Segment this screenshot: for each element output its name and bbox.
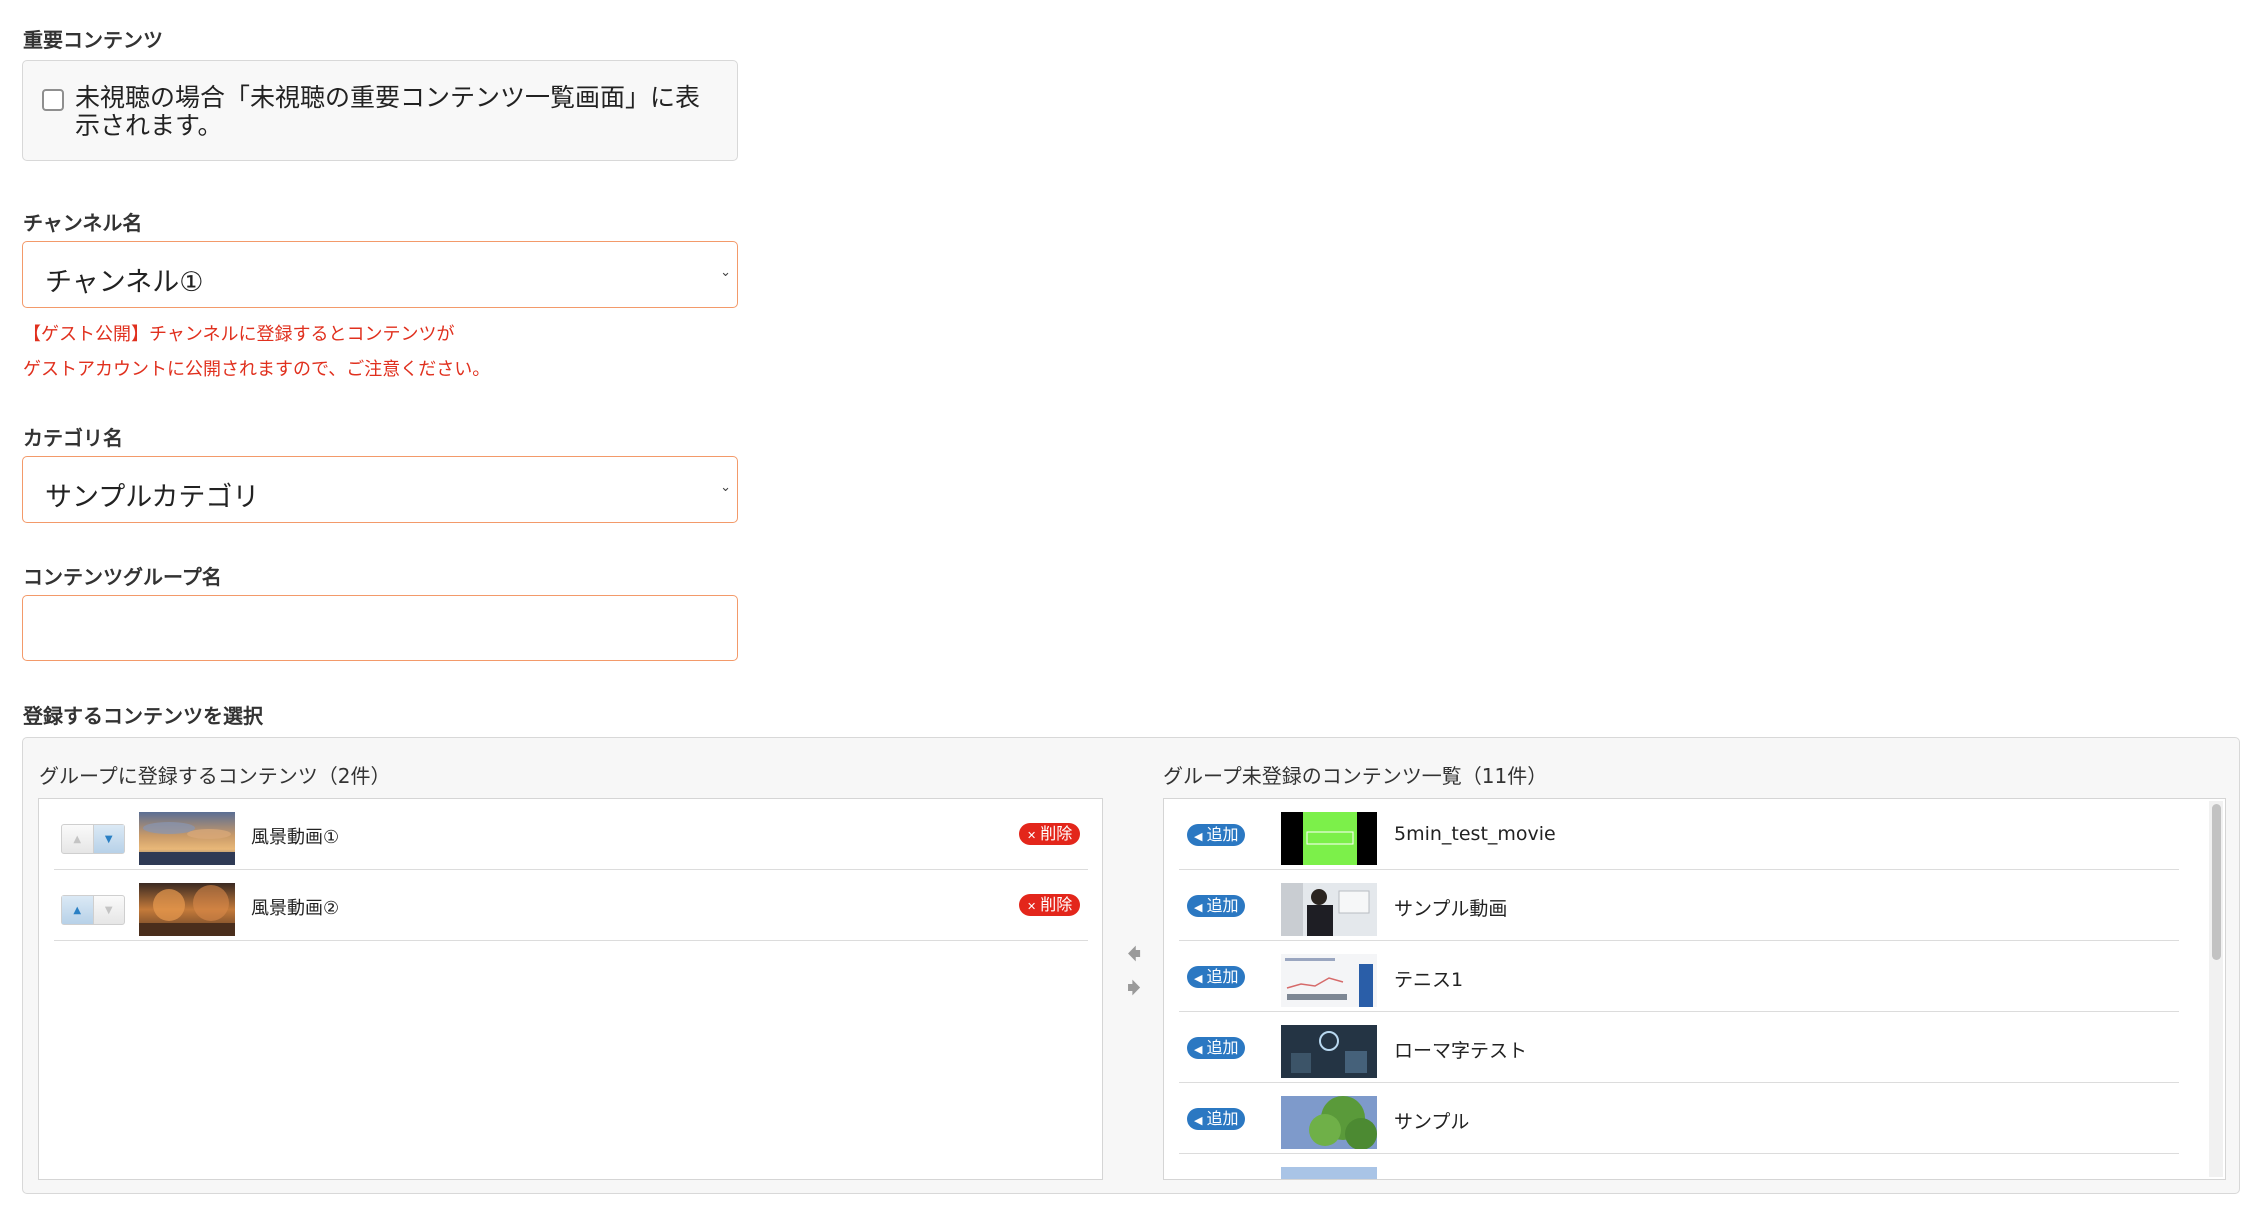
content-name: ローマ字テスト [1394, 1040, 1528, 1062]
content-name: サンプル [1394, 1111, 1470, 1133]
add-button[interactable]: ◀ 追加 [1187, 1037, 1246, 1059]
delete-button[interactable]: ✕ 削除 [1019, 894, 1081, 916]
add-button[interactable]: ◀ 追加 [1187, 895, 1246, 917]
video-thumbnail [1281, 954, 1377, 1007]
delete-button-label: 削除 [1040, 824, 1073, 843]
category-label: カテゴリ名 [23, 426, 123, 450]
category-select-value: サンプルカテゴリ [45, 482, 260, 513]
unregistered-row: ◀ 追加 サンプル [1179, 1083, 2179, 1154]
content-name: 5min_test_movie [1394, 823, 1556, 845]
scrollbar-thumb[interactable] [2212, 804, 2221, 960]
category-select[interactable]: サンプルカテゴリ ⌄ [22, 456, 738, 523]
caret-left-icon: ◀ [1194, 1114, 1203, 1127]
unregistered-row: ◀ 追加 ローマ字テスト [1179, 1012, 2179, 1083]
transfer-arrows: 🠸 🠺 [1116, 938, 1152, 1006]
content-group-form: 重要コンテンツ 未視聴の場合「未視聴の重要コンテンツ一覧画面」に表示されます。 … [0, 0, 2264, 1210]
registered-row: ▲ ▼ [54, 870, 1088, 941]
registered-row: ▲ ▼ [54, 799, 1088, 870]
move-up-icon[interactable]: ▲ [62, 896, 93, 924]
chevron-down-icon: ⌄ [720, 480, 731, 495]
channel-select-value: チャンネル① [45, 267, 204, 298]
order-buttons[interactable]: ▲ ▼ [61, 824, 125, 854]
registered-list-title: グループに登録するコンテンツ（2件） [39, 764, 391, 788]
channel-select[interactable]: チャンネル① ⌄ [22, 241, 738, 308]
video-thumbnail [1281, 883, 1377, 936]
content-name: 風景動画① [251, 827, 340, 848]
unregistered-row: ◀ 追加 5min_test_movie [1179, 799, 2179, 870]
close-icon: ✕ [1027, 900, 1037, 913]
delete-button[interactable]: ✕ 削除 [1019, 823, 1081, 845]
caret-left-icon: ◀ [1194, 830, 1203, 843]
video-thumbnail [139, 883, 235, 936]
caret-left-icon: ◀ [1194, 901, 1203, 914]
content-name: サンプル動画 [1394, 898, 1508, 920]
caret-left-icon: ◀ [1194, 972, 1203, 985]
important-box: 未視聴の場合「未視聴の重要コンテンツ一覧画面」に表示されます。 [22, 60, 738, 161]
unregistered-row: ◀ 追加 テニス1 [1179, 941, 2179, 1012]
important-checkbox-label[interactable]: 未視聴の場合「未視聴の重要コンテンツ一覧画面」に表示されます。 [75, 84, 715, 140]
channel-label: チャンネル名 [23, 211, 143, 235]
add-button-label: 追加 [1206, 1038, 1239, 1057]
add-button-label: 追加 [1206, 967, 1239, 986]
move-down-icon[interactable]: ▼ [92, 825, 124, 853]
arrow-right-icon[interactable]: 🠺 [1116, 972, 1152, 1006]
content-selector-panel: グループに登録するコンテンツ（2件） グループ未登録のコンテンツ一覧（11件） … [22, 737, 2240, 1194]
chevron-down-icon: ⌄ [720, 265, 731, 280]
select-contents-label: 登録するコンテンツを選択 [23, 704, 263, 728]
delete-button-label: 削除 [1040, 895, 1073, 914]
add-button[interactable]: ◀ 追加 [1187, 966, 1246, 988]
content-name: 風景動画② [251, 898, 340, 919]
guest-warning-line2: ゲストアカウントに公開されますので、ご注意ください。 [23, 359, 491, 380]
group-name-input[interactable] [22, 595, 738, 661]
unregistered-content-list[interactable]: ◀ 追加 5min_test_movie ◀ 追加 サンプル動画 ◀ 追加 テニ… [1163, 798, 2226, 1180]
add-button-label: 追加 [1206, 825, 1239, 844]
group-name-label: コンテンツグループ名 [23, 565, 222, 589]
unregistered-row: ◀ 追加 サンプル動画 [1179, 870, 2179, 941]
guest-warning-line1: 【ゲスト公開】チャンネルに登録するとコンテンツが [23, 324, 455, 345]
video-thumbnail [139, 812, 235, 865]
add-button-label: 追加 [1206, 896, 1239, 915]
video-thumbnail [1281, 1025, 1377, 1078]
order-buttons[interactable]: ▲ ▼ [61, 895, 125, 925]
add-button[interactable]: ◀ 追加 [1187, 1108, 1246, 1130]
arrow-left-icon[interactable]: 🠸 [1116, 938, 1152, 972]
video-thumbnail [1281, 1167, 1377, 1179]
content-name: テニス1 [1394, 969, 1464, 991]
add-button[interactable]: ◀ 追加 [1187, 824, 1246, 846]
important-label: 重要コンテンツ [23, 28, 163, 52]
close-icon: ✕ [1027, 829, 1037, 842]
move-down-icon[interactable]: ▼ [92, 896, 125, 924]
video-thumbnail [1281, 1096, 1377, 1149]
registered-content-list: ▲ ▼ 風景動画① ✕ 削除 ▲ ▼ 風景動画② ✕ 削除 [38, 798, 1103, 1180]
move-up-icon[interactable]: ▲ [62, 825, 93, 853]
unregistered-row [1179, 1154, 2179, 1179]
add-button-label: 追加 [1206, 1109, 1239, 1128]
caret-left-icon: ◀ [1194, 1043, 1203, 1056]
scrollbar[interactable] [2209, 801, 2223, 1177]
video-thumbnail [1281, 812, 1377, 865]
important-checkbox[interactable] [42, 89, 64, 111]
unregistered-list-title: グループ未登録のコンテンツ一覧（11件） [1163, 764, 1548, 788]
